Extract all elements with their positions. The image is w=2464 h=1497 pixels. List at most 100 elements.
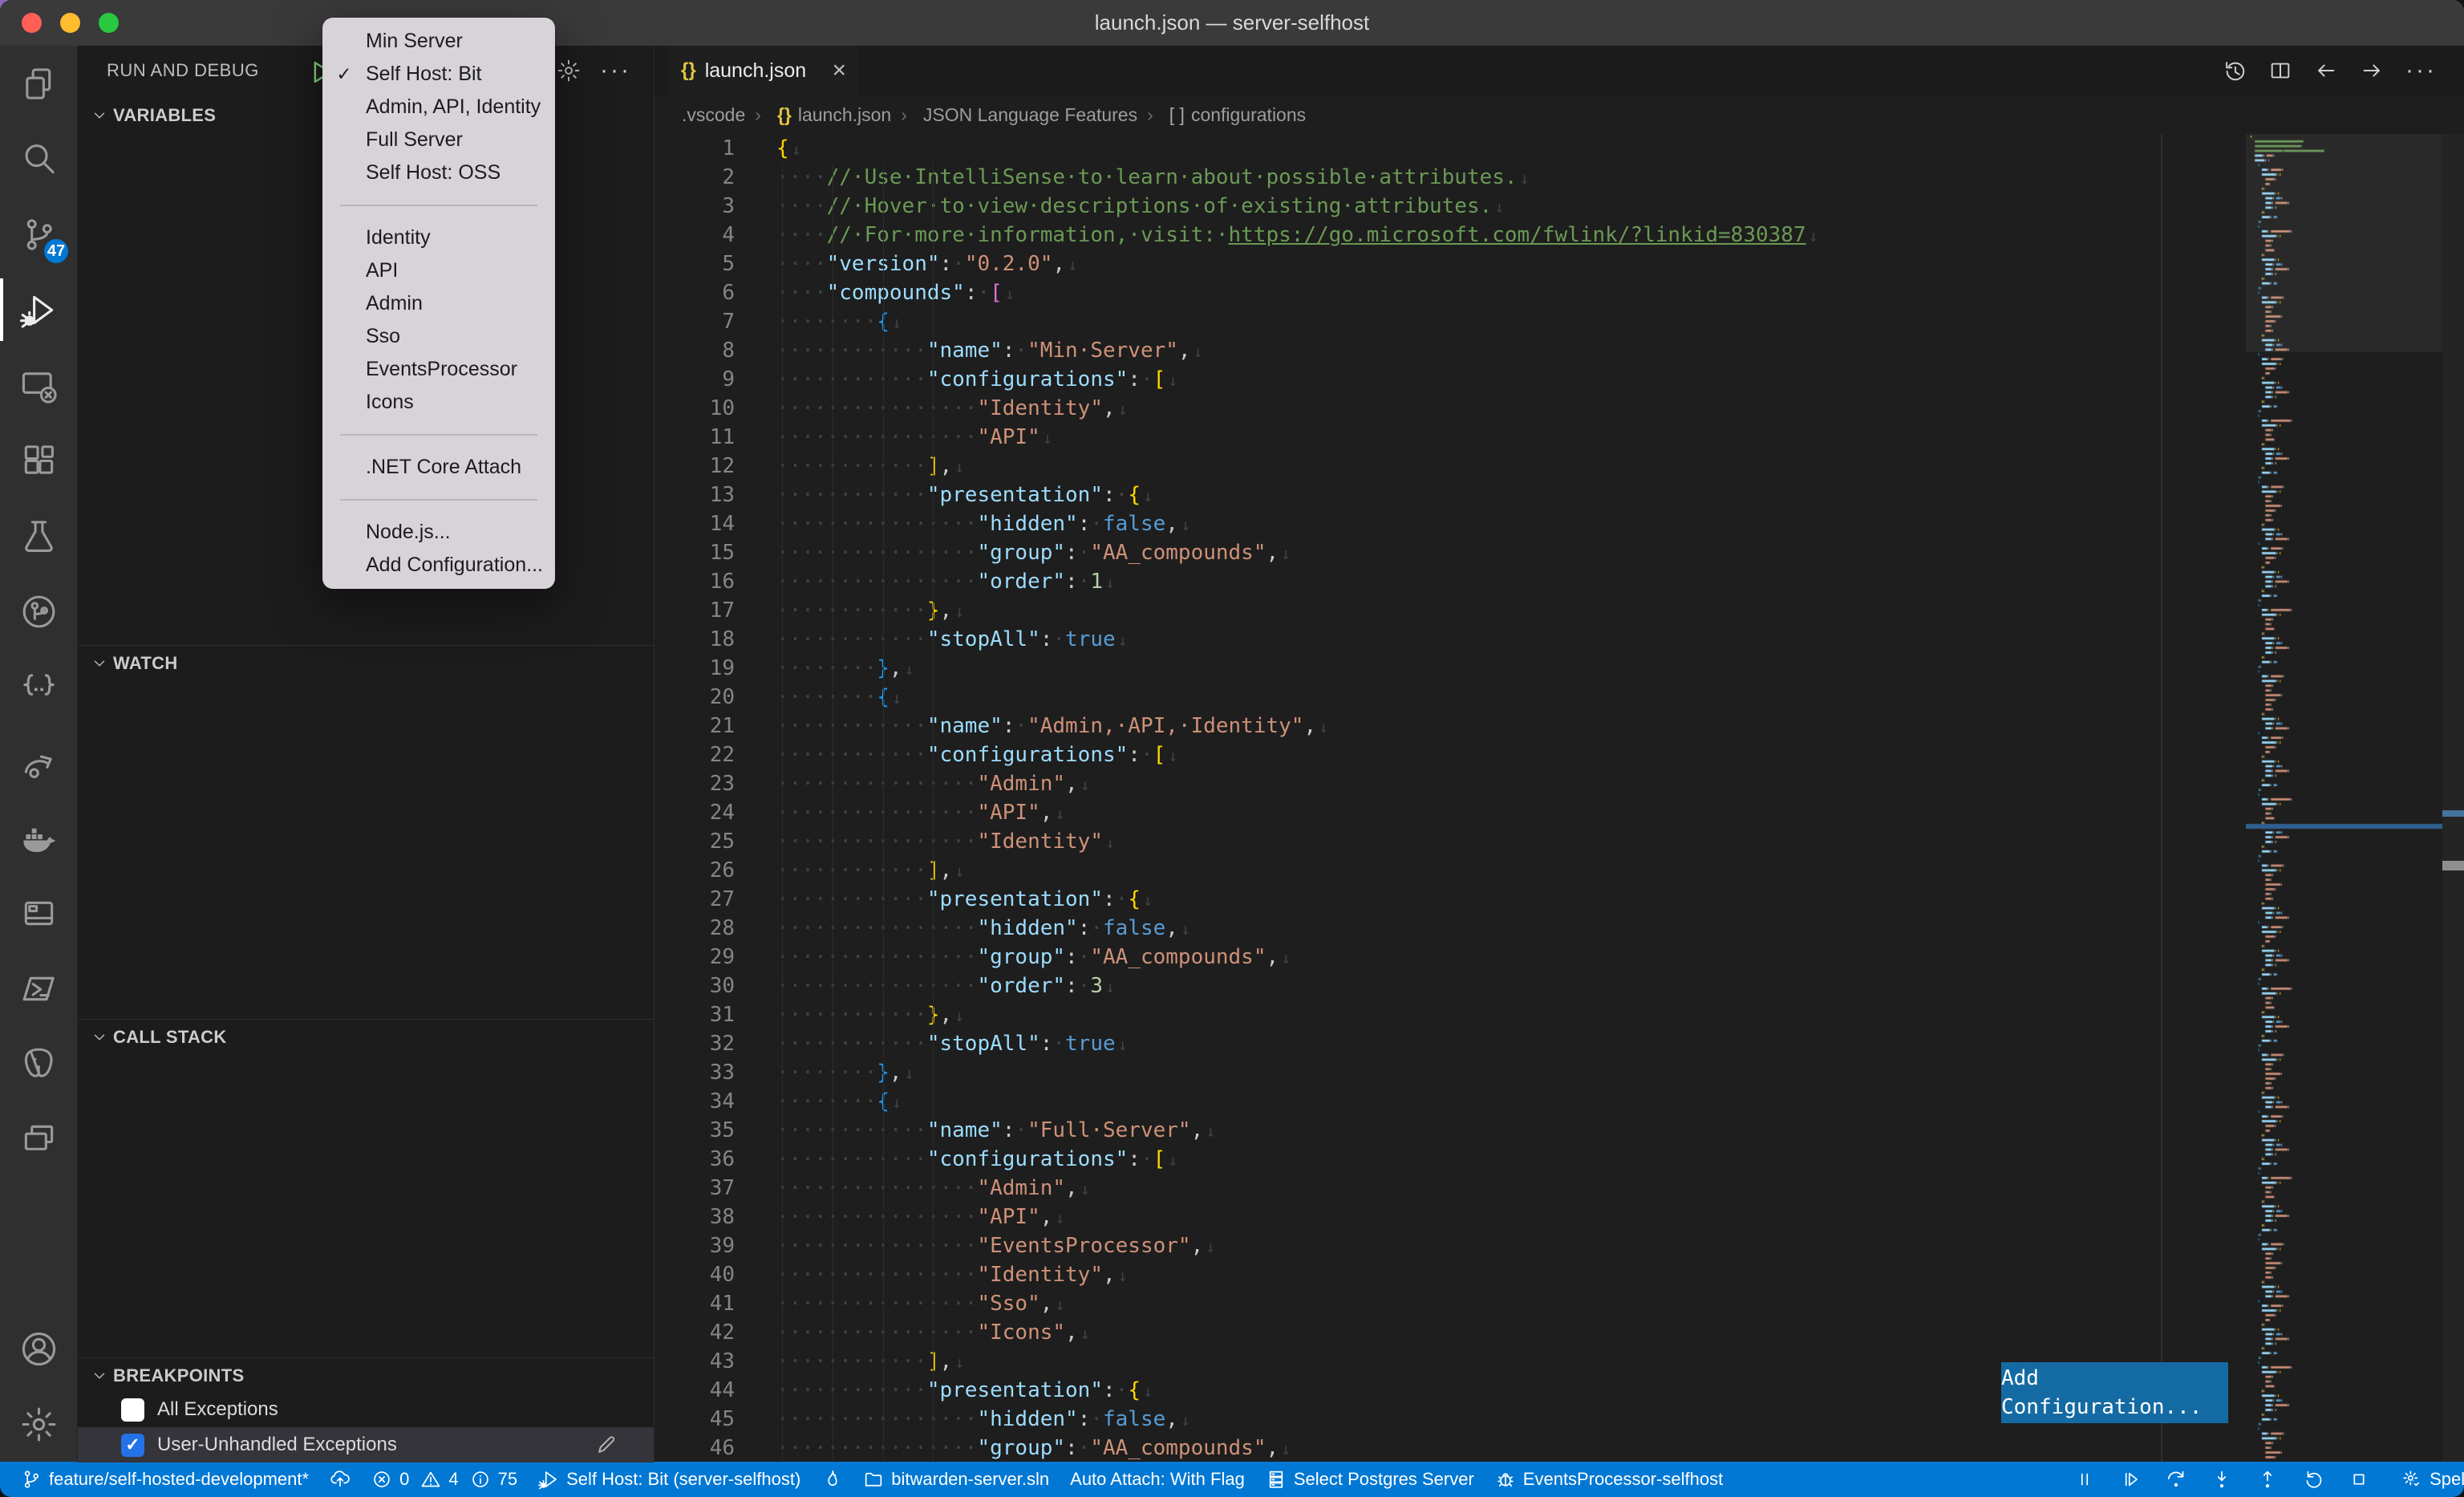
code-line[interactable]: 24················"API", [654,798,2464,827]
activity-item-window-layouts[interactable] [0,1101,77,1177]
breadcrumb-item[interactable]: {}launch.json [745,104,891,126]
gutter-line-number[interactable]: 32 [654,1029,735,1058]
activity-item-extensions[interactable] [0,423,77,498]
gutter-line-number[interactable]: 43 [654,1347,735,1376]
code-line[interactable]: 9············"configurations":·[ [654,365,2464,394]
status-solution[interactable]: bitwarden-server.sln [863,1469,1049,1490]
minimap[interactable] [2246,134,2442,1462]
code-line[interactable]: 16················"order":·1 [654,567,2464,596]
status-events-processor[interactable]: EventsProcessor-selfhost [1495,1469,1723,1490]
code-line[interactable]: 11················"API" [654,423,2464,452]
code-line[interactable]: 6····"compounds":·[ [654,278,2464,307]
gutter-line-number[interactable]: 27 [654,885,735,914]
more-actions-icon[interactable]: ··· [2405,59,2437,83]
code-line[interactable]: 20········{ [654,683,2464,712]
status-postgres-server[interactable]: Select Postgres Server [1266,1469,1474,1490]
gutter-line-number[interactable]: 31 [654,1000,735,1029]
code-line[interactable]: 41················"Sso", [654,1289,2464,1318]
gutter-line-number[interactable]: 41 [654,1289,735,1318]
activity-item-remote-vm[interactable] [0,875,77,951]
status-debug-session[interactable]: Self Host: Bit (server-selfhost) [538,1469,800,1490]
breakpoint-row[interactable]: All Exceptions [78,1392,654,1427]
breadcrumb-item[interactable]: [ ]configurations [1137,104,1306,126]
menu-item-admin-api-identity[interactable]: Admin, API, Identity [322,91,555,124]
menu-item-eventsprocessor[interactable]: EventsProcessor [322,353,555,386]
code-line[interactable]: 1{ [654,134,2464,163]
code-line[interactable]: 28················"hidden":·false, [654,914,2464,943]
scrollbar[interactable] [2442,134,2464,1462]
gutter-line-number[interactable]: 33 [654,1058,735,1087]
gutter-line-number[interactable]: 2 [654,163,735,192]
menu-item-net-core-attach[interactable]: .NET Core Attach [322,451,555,484]
code-line[interactable]: 4····//·For·more·information,·visit:·htt… [654,221,2464,250]
code-line[interactable]: 42················"Icons", [654,1318,2464,1347]
code-line[interactable]: 27············"presentation":·{ [654,885,2464,914]
activity-item-rest-client[interactable] [0,649,77,724]
activity-item-run-and-debug[interactable] [0,272,77,347]
activity-item-docker[interactable] [0,800,77,875]
code-line[interactable]: 38················"API", [654,1203,2464,1231]
menu-item-node-js[interactable]: Node.js... [322,516,555,549]
menu-item-identity[interactable]: Identity [322,221,555,254]
gutter-line-number[interactable]: 25 [654,827,735,856]
gutter-line-number[interactable]: 46 [654,1434,735,1462]
gutter-line-number[interactable]: 39 [654,1231,735,1260]
code-line[interactable]: 33········}, [654,1058,2464,1087]
code-line[interactable]: 17············}, [654,596,2464,625]
code-line[interactable]: 39················"EventsProcessor", [654,1231,2464,1260]
gutter-line-number[interactable]: 13 [654,481,735,509]
gutter-line-number[interactable]: 37 [654,1174,735,1203]
gutter-line-number[interactable]: 22 [654,740,735,769]
gutter-line-number[interactable]: 4 [654,221,735,250]
code-editor[interactable]: 1{2····//·Use·IntelliSense·to·learn·abou… [654,134,2464,1462]
status-auto-attach[interactable]: Auto Attach: With Flag [1070,1469,1245,1490]
status-step-out[interactable] [2257,1469,2278,1490]
views-more-actions-icon[interactable]: ··· [600,59,631,83]
section-header-breakpoints[interactable]: BREAKPOINTS [78,1357,654,1393]
gutter-line-number[interactable]: 20 [654,683,735,712]
code-line[interactable]: 18············"stopAll":·true [654,625,2464,654]
gutter-line-number[interactable]: 14 [654,509,735,538]
section-header-call-stack[interactable]: CALL STACK [78,1019,654,1054]
menu-item-add-configuration[interactable]: Add Configuration... [322,549,555,582]
code-line[interactable]: 22············"configurations":·[ [654,740,2464,769]
breadcrumb-item[interactable]: JSON Language Features [891,104,1137,126]
code-line[interactable]: 14················"hidden":·false, [654,509,2464,538]
menu-item-admin[interactable]: Admin [322,287,555,320]
checkbox-checked[interactable]: ✓ [121,1434,144,1457]
gutter-line-number[interactable]: 30 [654,972,735,1000]
menu-item-self-host-oss[interactable]: Self Host: OSS [322,156,555,189]
gutter-line-number[interactable]: 9 [654,365,735,394]
gutter-line-number[interactable]: 12 [654,452,735,481]
gutter-line-number[interactable]: 11 [654,423,735,452]
activity-item-manage[interactable] [0,1386,77,1462]
split-editor-icon[interactable] [2268,59,2292,83]
close-tab-icon[interactable]: × [832,59,846,83]
activity-item-powershell[interactable] [0,951,77,1026]
gutter-line-number[interactable]: 45 [654,1405,735,1434]
menu-item-full-server[interactable]: Full Server [322,124,555,156]
code-line[interactable]: 30················"order":·3 [654,972,2464,1000]
code-line[interactable]: 10················"Identity", [654,394,2464,423]
gutter-line-number[interactable]: 36 [654,1145,735,1174]
gutter-line-number[interactable]: 34 [654,1087,735,1116]
code-line[interactable]: 36············"configurations":·[ [654,1145,2464,1174]
gutter-line-number[interactable]: 15 [654,538,735,567]
gutter-line-number[interactable]: 10 [654,394,735,423]
activity-item-accounts[interactable] [0,1311,77,1386]
gutter-line-number[interactable]: 7 [654,307,735,336]
gutter-line-number[interactable]: 40 [654,1260,735,1289]
gutter-line-number[interactable]: 28 [654,914,735,943]
activity-item-explorer[interactable] [0,46,77,121]
code-line[interactable]: 29················"group":·"AA_compounds… [654,943,2464,972]
code-line[interactable]: 8············"name":·"Min·Server", [654,336,2464,365]
gutter-line-number[interactable]: 29 [654,943,735,972]
code-line[interactable]: 32············"stopAll":·true [654,1029,2464,1058]
code-line[interactable]: 12············], [654,452,2464,481]
gutter-line-number[interactable]: 16 [654,567,735,596]
tab-launch-json[interactable]: {} launch.json × [668,46,859,95]
code-line[interactable]: 7········{ [654,307,2464,336]
status-infos[interactable]: 75 [470,1469,517,1490]
activity-item-remote-explorer[interactable] [0,347,77,423]
code-line[interactable]: 26············], [654,856,2464,885]
